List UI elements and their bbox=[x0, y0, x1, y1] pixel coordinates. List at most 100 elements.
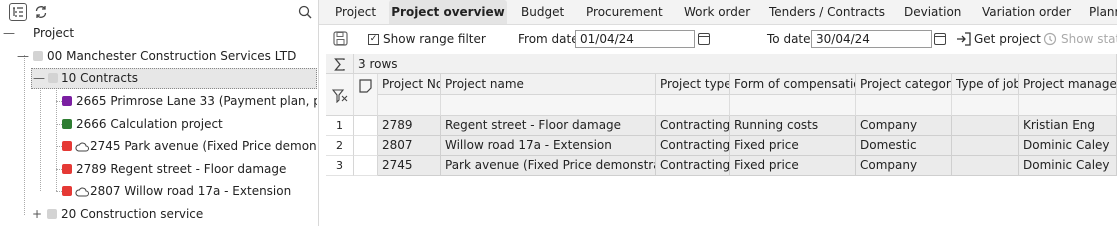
tab-deviation[interactable]: Deviation bbox=[904, 0, 961, 24]
calendar-icon[interactable] bbox=[934, 33, 946, 45]
table-cell[interactable]: Willow road 17a - Extension bbox=[441, 136, 656, 156]
search-icon[interactable] bbox=[296, 3, 314, 21]
tree-item-2789[interactable]: 2789 Regent street - Floor damage bbox=[62, 159, 317, 180]
tree-item-label: 20 Construction service bbox=[61, 207, 204, 221]
to-date-label: To date: bbox=[767, 32, 815, 46]
column-filter-cell[interactable] bbox=[856, 95, 952, 116]
get-project-icon[interactable] bbox=[956, 32, 972, 49]
table-cell[interactable]: Contracting bbox=[656, 136, 730, 156]
column-filter-cell[interactable] bbox=[730, 95, 856, 116]
column-filter-cell[interactable] bbox=[1019, 95, 1117, 116]
table-cell[interactable]: Company bbox=[856, 156, 952, 176]
row-note-cell[interactable] bbox=[354, 116, 378, 136]
tab-project-overview[interactable]: Project overview bbox=[389, 0, 507, 24]
save-icon[interactable] bbox=[333, 31, 348, 49]
clear-filter-icon[interactable] bbox=[326, 74, 354, 116]
table-cell[interactable]: 2789 bbox=[378, 116, 441, 136]
tree-item-2807[interactable]: 2807 Willow road 17a - Extension bbox=[62, 181, 317, 202]
row-number[interactable]: 1 bbox=[326, 116, 354, 136]
tab-project[interactable]: Project bbox=[335, 0, 376, 24]
tree-item-label: 2807 Willow road 17a - Extension bbox=[90, 184, 292, 198]
table-cell[interactable]: 2807 bbox=[378, 136, 441, 156]
tree-item-label: 00 Manchester Construction Services LTD bbox=[47, 49, 297, 63]
tree-item-2666[interactable]: 2666 Calculation project bbox=[62, 114, 317, 135]
notes-icon[interactable] bbox=[354, 74, 378, 116]
tree-item-label: 10 Contracts bbox=[61, 71, 138, 85]
tree-connector bbox=[40, 77, 41, 191]
table-cell[interactable]: Regent street - Floor damage bbox=[441, 116, 656, 136]
table-cell[interactable]: Running costs bbox=[730, 116, 856, 136]
column-header[interactable]: Form of compensation bbox=[730, 74, 856, 95]
table-cell[interactable]: Park avenue (Fixed Price demonstraion) bbox=[441, 156, 656, 176]
table-cell[interactable] bbox=[952, 136, 1019, 156]
column-header[interactable]: Project manager bbox=[1019, 74, 1117, 95]
row-number[interactable]: 3 bbox=[326, 156, 354, 176]
column-filter-cell[interactable] bbox=[378, 95, 441, 116]
show-range-filter-checkbox[interactable]: ✓ bbox=[368, 34, 379, 45]
project-status-icon bbox=[62, 119, 72, 129]
tree-item-20-construction-service[interactable]: + 20 Construction service bbox=[31, 204, 317, 225]
table-cell[interactable]: Dominic Caley bbox=[1019, 156, 1117, 176]
tree-item-label: 2745 Park avenue (Fixed Price demonstra bbox=[90, 139, 317, 153]
show-range-filter-label: Show range filter bbox=[383, 32, 486, 46]
table-cell[interactable]: Company bbox=[856, 116, 952, 136]
tree-connector bbox=[24, 55, 25, 215]
row-number[interactable]: 2 bbox=[326, 136, 354, 156]
table-cell[interactable]: Contracting bbox=[656, 116, 730, 136]
refresh-icon[interactable] bbox=[32, 3, 50, 21]
column-filter-cell[interactable] bbox=[441, 95, 656, 116]
table-cell[interactable]: Fixed price bbox=[730, 136, 856, 156]
show-status-button[interactable]: Show statu bbox=[1061, 32, 1117, 46]
tab-budget[interactable]: Budget bbox=[521, 0, 564, 24]
table-cell[interactable]: Domestic bbox=[856, 136, 952, 156]
tab-work-order[interactable]: Work order bbox=[684, 0, 750, 24]
table-cell[interactable]: Contracting bbox=[656, 156, 730, 176]
row-note-cell[interactable] bbox=[354, 156, 378, 176]
table-cell[interactable] bbox=[952, 156, 1019, 176]
column-header[interactable]: Project type bbox=[656, 74, 730, 95]
calendar-icon[interactable] bbox=[698, 33, 710, 45]
tab-tenders-contracts[interactable]: Tenders / Contracts bbox=[769, 0, 885, 24]
tree-item-2665[interactable]: 2665 Primrose Lane 33 (Payment plan, per… bbox=[62, 91, 317, 112]
column-filter-cell[interactable] bbox=[952, 95, 1019, 116]
tab-variation-order[interactable]: Variation order bbox=[982, 0, 1071, 24]
tree-item-10-contracts[interactable]: — 10 Contracts bbox=[31, 68, 317, 89]
to-date-input[interactable]: 30/04/24 bbox=[811, 30, 932, 48]
table-cell[interactable] bbox=[952, 116, 1019, 136]
column-filter-cell[interactable] bbox=[656, 95, 730, 116]
sum-icon[interactable] bbox=[326, 54, 354, 74]
collapse-icon[interactable]: — bbox=[3, 23, 15, 44]
column-header[interactable]: Project No bbox=[378, 74, 441, 95]
from-date-input[interactable]: 01/04/24 bbox=[575, 30, 695, 48]
collapse-icon[interactable]: — bbox=[17, 46, 29, 67]
tree-item-label: 2789 Regent street - Floor damage bbox=[76, 162, 287, 176]
tree-root[interactable]: — Project bbox=[3, 23, 313, 44]
cloud-icon bbox=[75, 181, 89, 202]
row-count-label: 3 rows bbox=[354, 54, 1117, 74]
get-project-button[interactable]: Get project bbox=[974, 32, 1041, 46]
project-grid: 3 rows Project No Project name Project typ… bbox=[326, 54, 1117, 226]
from-date-label: From date: bbox=[518, 32, 583, 46]
column-header[interactable]: Project category bbox=[856, 74, 952, 95]
cloud-icon bbox=[75, 136, 89, 157]
tree-view-icon[interactable] bbox=[9, 3, 27, 21]
tab-procurement[interactable]: Procurement bbox=[586, 0, 663, 24]
column-header[interactable]: Project name bbox=[441, 74, 656, 95]
row-note-cell[interactable] bbox=[354, 136, 378, 156]
collapse-icon[interactable]: — bbox=[33, 69, 45, 88]
project-tree-panel: — Project — 00 Manchester Construction S… bbox=[0, 0, 318, 226]
column-header[interactable]: Type of job bbox=[952, 74, 1019, 95]
tree-item-manchester[interactable]: — 00 Manchester Construction Services LT… bbox=[17, 46, 317, 67]
table-cell[interactable]: Dominic Caley bbox=[1019, 136, 1117, 156]
tab-planning[interactable]: Planr bbox=[1089, 0, 1117, 24]
history-icon[interactable] bbox=[1043, 32, 1057, 49]
tree-item-label: 2666 Calculation project bbox=[76, 117, 223, 131]
expand-icon[interactable]: + bbox=[32, 204, 42, 225]
tree-connector bbox=[56, 88, 57, 191]
table-cell[interactable]: Kristian Eng bbox=[1019, 116, 1117, 136]
table-cell[interactable]: 2745 bbox=[378, 156, 441, 176]
tree-item-2745[interactable]: 2745 Park avenue (Fixed Price demonstra bbox=[62, 136, 317, 157]
project-status-icon bbox=[62, 141, 72, 151]
table-cell[interactable]: Fixed price bbox=[730, 156, 856, 176]
folder-color-icon bbox=[48, 73, 58, 83]
